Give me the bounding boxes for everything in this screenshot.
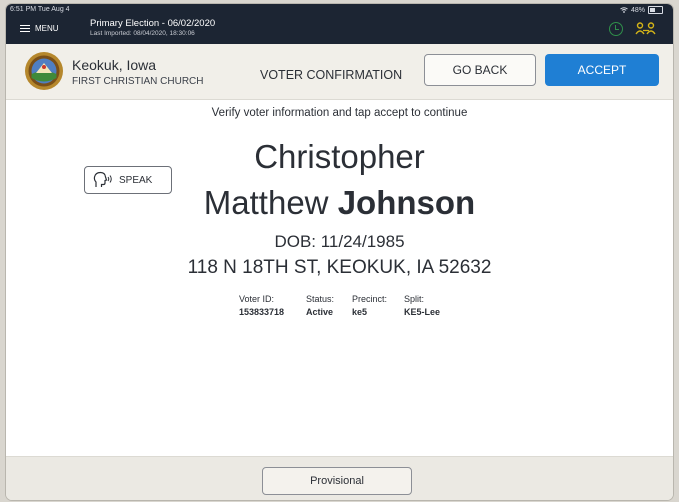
voter-address: 118 N 18TH ST, KEOKUK, IA 52632 [187, 257, 492, 278]
voter-dob: DOB: 11/24/1985 [274, 232, 405, 251]
location-name: Keokuk, Iowa [72, 57, 157, 73]
voter-id-value: 153833718 [239, 307, 285, 317]
battery-icon [648, 6, 663, 14]
clock-icon[interactable] [609, 22, 623, 36]
status-right: 48% [620, 6, 663, 14]
menu-icon [20, 24, 30, 33]
voter-last-name: Johnson [337, 184, 476, 221]
election-title: Primary Election - 06/02/2020 [90, 18, 216, 29]
precinct-label: Precinct: [352, 294, 388, 304]
wifi-icon [620, 7, 628, 13]
people-icon[interactable] [635, 22, 657, 36]
precinct-value: ke5 [352, 307, 368, 317]
accept-button[interactable]: ACCEPT [545, 54, 659, 86]
top-bar: 6:51 PM Tue Aug 4 48% MENU Primary Elect… [6, 4, 673, 44]
status-label: Status: [306, 294, 335, 304]
top-icons [609, 22, 657, 36]
instruction-text: Verify voter information and tap accept … [211, 107, 468, 119]
split-label: Split: [404, 294, 425, 304]
location-place: FIRST CHRISTIAN CHURCH [72, 76, 204, 87]
screen: 6:51 PM Tue Aug 4 48% MENU Primary Elect… [6, 4, 673, 500]
voter-first-name: Christopher [254, 138, 425, 175]
split-field: Split: KE5-Lee [404, 294, 440, 317]
voter-id-label: Voter ID: [239, 294, 275, 304]
menu-label: MENU [35, 24, 59, 33]
voter-name-line: Matthew Johnson [6, 184, 673, 222]
page-title: VOTER CONFIRMATION [260, 68, 403, 82]
voter-id-field: Voter ID: 153833718 [239, 294, 284, 317]
provisional-button[interactable]: Provisional [262, 467, 412, 495]
status-time: 6:51 PM [10, 6, 37, 13]
precinct-field: Precinct: ke5 [352, 294, 387, 317]
go-back-button[interactable]: GO BACK [424, 54, 536, 86]
county-seal [25, 52, 63, 90]
split-value: KE5-Lee [404, 307, 441, 317]
election-info: Primary Election - 06/02/2020 Last Impor… [90, 18, 215, 37]
header: Keokuk, Iowa FIRST CHRISTIAN CHURCH VOTE… [6, 44, 673, 100]
status-field: Status: Active [306, 294, 334, 317]
footer: Provisional [6, 456, 673, 500]
voter-card: Verify voter information and tap accept … [6, 100, 673, 456]
status-value: Active [306, 307, 334, 317]
status-date: Tue Aug 4 [37, 6, 70, 13]
last-imported: Last Imported: 08/04/2020, 18:30:06 [90, 30, 195, 37]
battery-percent: 48% [630, 6, 645, 14]
status-bar: 6:51 PM Tue Aug 4 [10, 6, 70, 13]
menu-button[interactable]: MENU [20, 24, 59, 33]
voter-middle-name: Matthew [203, 184, 329, 221]
